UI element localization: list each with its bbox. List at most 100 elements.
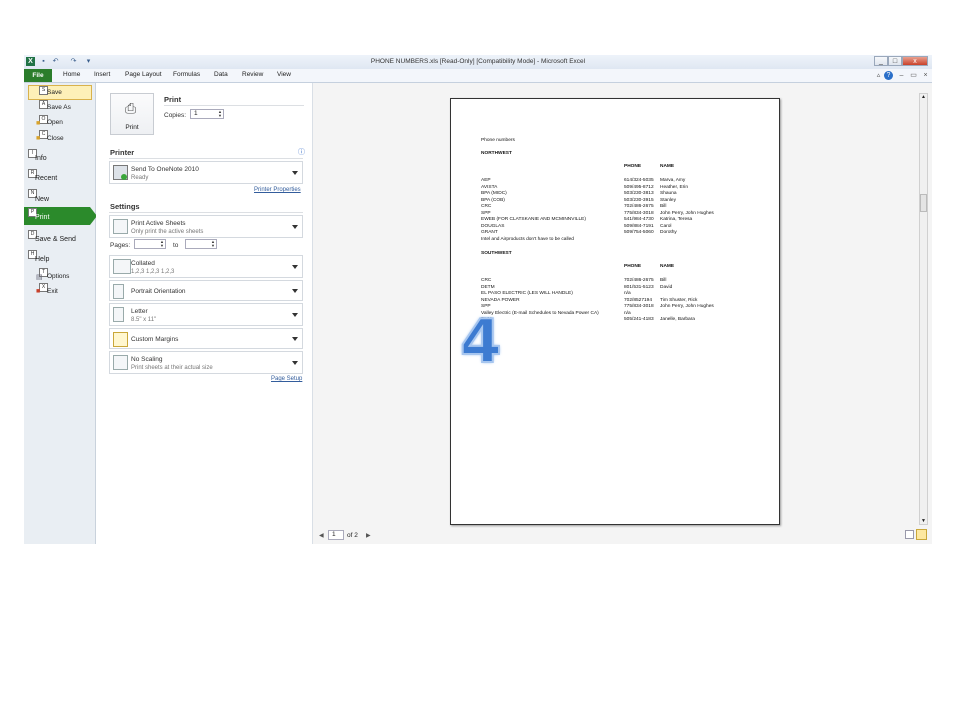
margins-dropdown[interactable]: Custom Margins	[109, 328, 303, 349]
workbook-minimize-icon[interactable]: –	[897, 71, 906, 80]
nav-recent-label: Recent	[35, 175, 58, 182]
close-window-button[interactable]: x	[902, 56, 928, 66]
pages-to-spin-arrows[interactable]: ▲ ▼	[211, 240, 215, 248]
table-cell: Janelle, Barbara	[660, 317, 695, 322]
nav-save-as[interactable]: A Save As	[24, 100, 95, 113]
table-cell: 702/486-2675	[624, 278, 654, 283]
sheet-title: Phone numbers	[481, 138, 515, 143]
sheets-icon	[113, 219, 128, 234]
zoom-to-page-icon[interactable]	[916, 529, 927, 540]
tab-page-layout[interactable]: Page Layout	[125, 71, 162, 78]
tab-data[interactable]: Data	[214, 71, 228, 78]
scaling-subtitle: Print sheets at their actual size	[131, 365, 213, 371]
nav-info[interactable]: I Info	[24, 147, 95, 165]
table-cell: Marva, Amy	[660, 178, 686, 183]
scroll-thumb[interactable]	[920, 194, 927, 212]
current-page-field[interactable]: 1	[328, 530, 344, 540]
nav-exit[interactable]: X ■ Exit	[24, 283, 95, 296]
pages-from-stepper[interactable]: ▲ ▼	[134, 239, 166, 249]
section-southwest: SOUTHWEST	[481, 251, 512, 256]
minimize-button[interactable]: _	[874, 56, 888, 66]
orientation-dropdown[interactable]: Portrait Orientation	[109, 280, 303, 301]
settings-heading: Settings	[110, 202, 140, 211]
workbook-restore-icon[interactable]: ▭	[909, 71, 918, 80]
nav-recent[interactable]: R Recent	[24, 167, 95, 185]
next-page-icon[interactable]: ▶	[366, 532, 371, 539]
table-cell: Dorothy	[660, 230, 677, 235]
table-cell: John Perry, John Hughes	[660, 304, 714, 309]
table-cell: 509/495-8712	[624, 184, 654, 190]
scroll-up-icon[interactable]: ▲	[921, 94, 926, 100]
ready-check-icon	[121, 174, 127, 180]
table-cell: Shauna	[660, 191, 677, 196]
northwest-note: Intel and Airproducts don't have to be c…	[481, 236, 574, 242]
nav-options[interactable]: T ▤ Options	[24, 268, 95, 281]
table-cell: Stanley	[660, 197, 676, 203]
print-heading: Print	[164, 95, 182, 104]
previous-page-icon[interactable]: ◀	[319, 532, 324, 539]
print-preview-pane: Phone numbers NORTHWEST PHONE NAME AEP 6…	[313, 83, 932, 544]
printer-name: Send To OneNote 2010	[131, 166, 199, 173]
scaling-dropdown[interactable]: No Scaling Print sheets at their actual …	[109, 351, 303, 374]
ribbon-tabs: File Home Insert Page Layout Formulas Da…	[24, 69, 932, 83]
table-cell: 775/834-3018	[624, 304, 654, 309]
tab-view[interactable]: View	[277, 71, 291, 78]
printer-heading: Printer	[110, 148, 135, 157]
nav-open[interactable]: O ■ Open	[24, 115, 95, 128]
pages-label: Pages:	[110, 242, 131, 249]
printer-properties-link[interactable]: Printer Properties	[254, 187, 301, 193]
nav-print[interactable]: P Print	[24, 207, 97, 225]
scaling-icon	[113, 355, 128, 370]
tab-insert[interactable]: Insert	[94, 71, 110, 78]
tab-home[interactable]: Home	[63, 71, 80, 78]
table-row: CRC	[481, 278, 492, 283]
nav-close-label: Close	[47, 135, 64, 142]
scaling-title: No Scaling	[131, 356, 163, 363]
table-cell: Bill	[660, 278, 667, 283]
table-cell: n/a	[624, 310, 631, 316]
printer-dropdown[interactable]: Send To OneNote 2010 Ready	[109, 161, 303, 184]
collation-dropdown[interactable]: Collated 1,2,3 1,2,3 1,2,3	[109, 255, 303, 278]
pages-from-spin-arrows[interactable]: ▲ ▼	[160, 240, 164, 248]
nav-save[interactable]: S Save	[24, 86, 95, 99]
nav-save-label: Save	[47, 89, 62, 96]
copies-spin-arrows[interactable]: ▲ ▼	[218, 110, 222, 118]
scroll-down-icon[interactable]: ▼	[921, 518, 926, 524]
chevron-down-icon	[292, 264, 298, 269]
paper-subtitle: 8.5" x 11"	[131, 317, 157, 323]
nav-close[interactable]: C ■ Close	[24, 130, 95, 143]
chevron-down-icon	[292, 224, 298, 229]
table-cell: 541/984-4730	[624, 217, 654, 222]
tab-file[interactable]: File	[24, 69, 52, 82]
minimize-ribbon-icon[interactable]: ▵	[874, 71, 883, 80]
table-row: EL PASO ELECTRIC (LES WILL HANDLE)	[481, 291, 573, 296]
pages-to-stepper[interactable]: ▲ ▼	[185, 239, 217, 249]
collated-subtitle: 1,2,3 1,2,3 1,2,3	[131, 269, 175, 275]
orientation-label: Portrait Orientation	[131, 288, 186, 295]
help-icon[interactable]: ?	[884, 71, 893, 80]
margins-icon	[113, 332, 128, 347]
tab-review[interactable]: Review	[242, 71, 263, 78]
nav-save-send[interactable]: D Save & Send	[24, 228, 95, 246]
paper-size-dropdown[interactable]: Letter 8.5" x 11"	[109, 303, 303, 326]
workbook-close-icon[interactable]: ×	[921, 71, 930, 80]
chevron-down-icon	[292, 360, 298, 365]
tab-formulas[interactable]: Formulas	[173, 71, 200, 78]
page-total-label: of 2	[347, 532, 358, 539]
table-cell: Carol	[660, 223, 672, 229]
page-setup-link[interactable]: Page Setup	[271, 376, 302, 382]
print-button[interactable]: ⎙ Print	[110, 93, 154, 135]
preview-scrollbar[interactable]: ▲ ▼	[919, 93, 928, 525]
settings-divider	[109, 212, 303, 213]
printer-divider	[109, 158, 303, 159]
maximize-button[interactable]: □	[888, 56, 902, 66]
print-what-dropdown[interactable]: Print Active Sheets Only print the activ…	[109, 215, 303, 238]
show-margins-icon[interactable]	[905, 530, 914, 539]
col-phone-sw: PHONE	[624, 264, 642, 269]
printer-info-icon[interactable]: ⓘ	[298, 147, 305, 157]
print-heading-divider	[164, 105, 304, 106]
nav-new[interactable]: N New	[24, 187, 95, 205]
nav-help[interactable]: H Help	[24, 248, 95, 266]
copies-stepper[interactable]: 1 ▲ ▼	[190, 109, 224, 119]
portrait-icon	[113, 284, 124, 299]
